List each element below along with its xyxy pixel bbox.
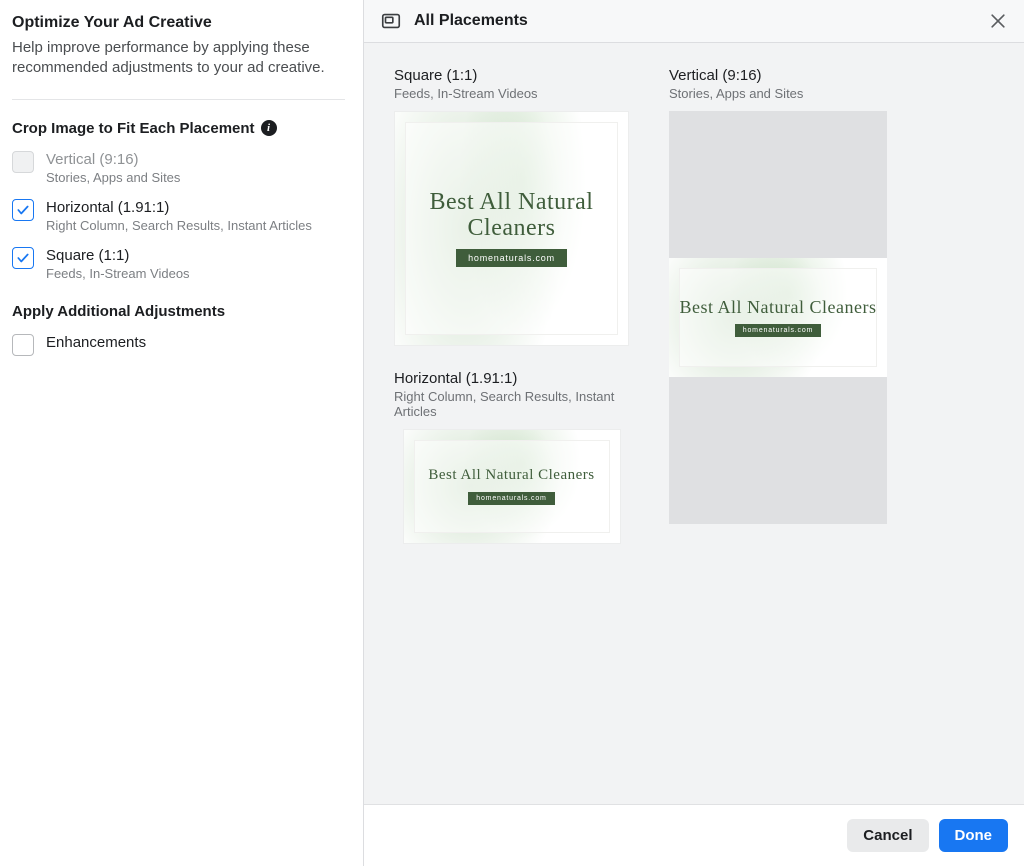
optimize-sidebar: Optimize Your Ad Creative Help improve p… [0,0,363,866]
done-button[interactable]: Done [939,819,1009,852]
crop-section-title: Crop Image to Fit Each Placement i [12,120,345,137]
checkbox-vertical [12,151,34,173]
ad-url: homenaturals.com [735,324,821,337]
vertical-letterbox-top [669,111,887,258]
preview-vertical: Vertical (9:16) Stories, Apps and Sites … [669,67,904,524]
checkbox-horizontal[interactable] [12,199,34,221]
crop-option-label: Horizontal (1.91:1) [46,199,312,216]
preview-horizontal-image[interactable]: Best All Natural Cleaners homenaturals.c… [403,429,621,544]
preview-subtitle: Stories, Apps and Sites [669,86,904,101]
info-icon[interactable]: i [261,120,277,136]
preview-subtitle: Right Column, Search Results, Instant Ar… [394,389,629,419]
preview-vertical-image[interactable]: Best All Natural Cleaners homenaturals.c… [669,111,887,524]
preview-header-title: All Placements [414,12,528,30]
divider [12,99,345,100]
crop-option-square: Square (1:1) Feeds, In-Stream Videos [12,247,345,281]
vertical-letterbox-bottom [669,377,887,524]
ad-headline: Best All Natural Cleaners [428,468,594,484]
crop-option-sublabel: Right Column, Search Results, Instant Ar… [46,218,312,233]
preview-subtitle: Feeds, In-Stream Videos [394,86,629,101]
crop-option-vertical: Vertical (9:16) Stories, Apps and Sites [12,151,345,185]
crop-option-sublabel: Feeds, In-Stream Videos [46,266,190,281]
preview-title: Vertical (9:16) [669,67,904,84]
close-icon[interactable] [988,11,1008,31]
cancel-button[interactable]: Cancel [847,819,928,852]
crop-option-sublabel: Stories, Apps and Sites [46,170,180,185]
ad-url: homenaturals.com [456,249,567,267]
crop-option-label: Square (1:1) [46,247,190,264]
ad-url: homenaturals.com [468,492,554,505]
crop-option-label: Vertical (9:16) [46,151,180,168]
preview-horizontal: Horizontal (1.91:1) Right Column, Search… [394,370,629,544]
preview-header: All Placements [364,0,1024,43]
adjustments-section-title: Apply Additional Adjustments [12,303,345,320]
preview-area: Square (1:1) Feeds, In-Stream Videos Bes… [364,43,1024,804]
checkbox-square[interactable] [12,247,34,269]
placements-icon [380,10,402,32]
ad-headline: Best All Natural Cleaners [680,298,877,317]
preview-title: Square (1:1) [394,67,629,84]
adjustment-label: Enhancements [46,334,146,351]
preview-square: Square (1:1) Feeds, In-Stream Videos Bes… [394,67,629,346]
sidebar-title: Optimize Your Ad Creative [12,14,345,32]
crop-option-horizontal: Horizontal (1.91:1) Right Column, Search… [12,199,345,233]
sidebar-description: Help improve performance by applying the… [12,38,345,79]
preview-square-image[interactable]: Best All Natural Cleaners homenaturals.c… [394,111,629,346]
preview-panel: All Placements Square (1:1) Feeds, In-St… [363,0,1024,866]
ad-headline: Best All Natural Cleaners [403,190,620,240]
footer-actions: Cancel Done [364,804,1024,866]
checkbox-enhancements[interactable] [12,334,34,356]
adjustment-enhancements: Enhancements [12,334,345,356]
preview-title: Horizontal (1.91:1) [394,370,629,387]
